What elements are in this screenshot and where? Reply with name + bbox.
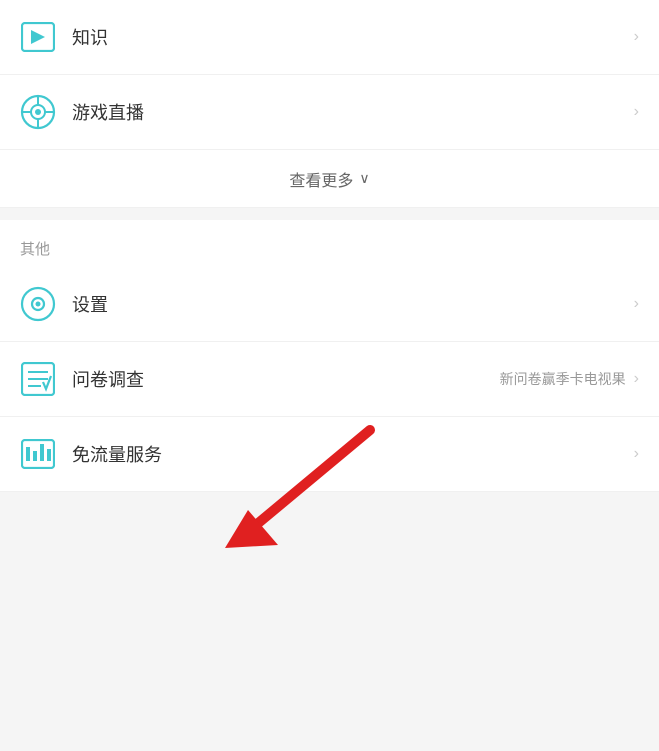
top-menu-section: 知识 › 游戏直播 › (0, 0, 659, 150)
game-live-label: 游戏直播 (72, 99, 634, 125)
menu-item-game-live[interactable]: 游戏直播 › (0, 75, 659, 150)
see-more-chevron-icon: ∨ (359, 170, 369, 187)
knowledge-icon (20, 19, 56, 55)
game-chevron: › (634, 103, 639, 121)
survey-label: 问卷调查 (72, 366, 500, 392)
free-flow-label: 免流量服务 (72, 441, 634, 467)
see-more-row[interactable]: 查看更多 ∨ (0, 150, 659, 208)
free-flow-icon (20, 436, 56, 472)
free-flow-chevron: › (634, 445, 639, 463)
menu-item-survey[interactable]: 问卷调查 新问卷赢季卡电视果 › (0, 342, 659, 417)
settings-label: 设置 (72, 291, 634, 317)
settings-chevron: › (634, 295, 639, 313)
knowledge-label: 知识 (72, 24, 634, 50)
section-title-other: 其他 (20, 241, 50, 258)
menu-item-free-flow[interactable]: 免流量服务 › (0, 417, 659, 492)
app-container: 知识 › 游戏直播 › 查看更多 ∨ (0, 0, 659, 492)
knowledge-chevron: › (634, 28, 639, 46)
survey-chevron: › (634, 370, 639, 388)
section-header-other: 其他 (0, 220, 659, 267)
settings-icon (20, 286, 56, 322)
menu-item-knowledge[interactable]: 知识 › (0, 0, 659, 75)
survey-badge: 新问卷赢季卡电视果 (500, 369, 626, 389)
section-divider (0, 208, 659, 220)
see-more-text: 查看更多 (289, 167, 353, 191)
menu-item-settings[interactable]: 设置 › (0, 267, 659, 342)
game-icon (20, 94, 56, 130)
survey-icon (20, 361, 56, 397)
other-section: 其他 设置 › (0, 220, 659, 492)
